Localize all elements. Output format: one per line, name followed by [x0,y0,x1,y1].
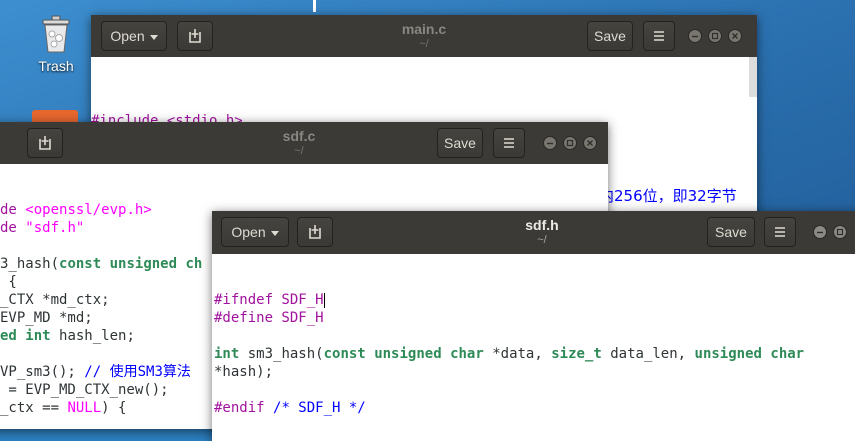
window-subtitle: ~/ [537,234,547,246]
maximize-icon [566,139,574,147]
code-token: unsigned [374,346,442,362]
text-editor[interactable]: #ifndef SDF_H #define SDF_H int sm3_hash(c… [212,254,855,441]
code-token: de [0,220,26,236]
code-token: unsigned [109,256,178,272]
minimize-icon [817,231,823,234]
code-line: #ifndef SDF_H [214,291,855,309]
menu-button[interactable] [493,128,525,158]
maximize-icon [836,228,844,236]
mouse-pointer [313,0,316,12]
hamburger-menu-icon [504,138,514,148]
trash-desktop-item[interactable]: Trash [30,14,82,74]
header-bar: Open sdf.h ~/ Save [212,211,855,254]
maximize-icon [711,32,719,40]
code-token: EVP_MD *md; [0,310,93,326]
code-token: #ifndef SDF_H [214,292,324,308]
hamburger-menu-icon [775,227,785,237]
code-token: char [450,346,484,362]
code-token: *data, [483,346,552,362]
code-token: #define SDF_H [214,310,324,326]
code-token: VP_sm3(); [0,364,85,380]
code-token: data_len, [601,346,695,362]
maximize-button[interactable] [708,29,722,43]
hamburger-menu-icon [654,31,664,41]
minimize-icon [692,35,698,38]
code-line: int sm3_hash(const unsigned char *data, … [214,345,855,363]
code-token: ) { [101,400,127,416]
code-token: _ctx == [0,400,68,416]
window-sdf-h: Open sdf.h ~/ Save #ifndef SDF_H #define … [212,211,855,441]
header-bar: Open main.c ~/ Save [91,15,757,57]
code-token: { [0,274,17,290]
menu-button[interactable] [764,217,796,247]
code-line: #define SDF_H [214,309,855,327]
minimize-icon [547,142,553,145]
trash-label: Trash [38,58,74,74]
scrollbar[interactable] [749,57,757,97]
text-cursor [323,293,325,308]
close-button[interactable] [728,29,742,43]
minimize-button[interactable] [688,29,702,43]
code-token: // 使用SM3算法 [84,364,191,380]
code-token: 3_hash( [0,256,60,272]
code-token: size_t [551,346,602,362]
code-token: "sdf.h" [25,220,85,236]
save-button-label: Save [594,28,626,44]
code-line: #endif /* SDF_H */ [214,399,855,417]
menu-button[interactable] [643,21,675,51]
code-token: /* SDF_H */ [273,400,366,416]
maximize-button[interactable] [563,136,577,150]
window-title: sdf.h [525,217,559,233]
close-icon [732,33,738,39]
code-token: int [214,346,240,362]
code-token: sm3_hash( [239,346,324,362]
code-token: #endif [214,400,274,416]
minimize-button[interactable] [813,225,827,239]
title-block: sdf.h ~/ [212,218,855,248]
minimize-button[interactable] [543,136,557,150]
save-button[interactable]: Save [437,128,483,158]
code-token: hash_len; [50,328,135,344]
code-token: char [770,346,805,362]
code-token: _CTX *md_ctx; [0,292,110,308]
code-line: *hash); [214,363,855,381]
partial-comment-text: 内256位，即32字节 [599,187,737,205]
code-token: const [323,346,366,362]
code-token: ch [185,256,203,272]
header-bar: sdf.c ~/ Save [0,122,608,164]
code-token: const [59,256,102,272]
code-token: *hash); [214,364,274,380]
close-button[interactable] [583,136,597,150]
save-button-label: Save [715,224,747,240]
save-button-label: Save [444,135,476,151]
code-token: <openssl/evp.h> [25,202,152,218]
save-button[interactable]: Save [707,217,755,247]
maximize-button[interactable] [833,225,847,239]
code-token: int [25,328,51,344]
save-button[interactable]: Save [587,21,633,51]
code-token: = EVP_MD_CTX_new(); [0,382,169,398]
code-token: unsigned [694,346,762,362]
trash-icon [42,15,70,53]
code-token: NULL [67,400,102,416]
code-token: de [0,202,26,218]
close-icon [587,140,593,146]
code-token: ed [0,328,17,344]
